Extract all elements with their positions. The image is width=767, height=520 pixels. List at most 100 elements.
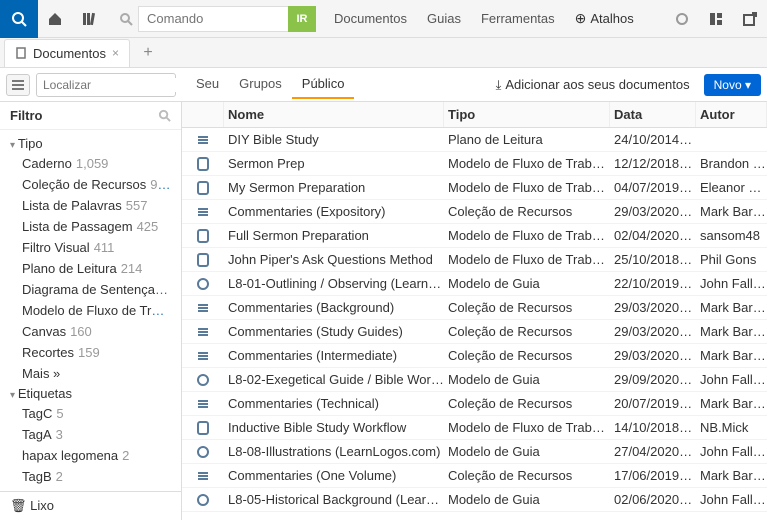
home-icon[interactable] [38,0,72,38]
sync-icon[interactable] [665,0,699,38]
cell-type: Coleção de Recursos [444,348,610,363]
cell-type: Modelo de Fluxo de Trabalho [444,252,610,267]
filter-item[interactable]: Canvas160 [0,321,181,342]
command-input[interactable] [138,6,288,32]
nav-guias[interactable]: Guias [417,11,471,26]
row-icon [182,445,224,459]
search-icon[interactable] [158,109,171,122]
cell-name: Commentaries (One Volume) [224,468,444,483]
go-button[interactable]: IR [288,6,316,32]
table-body[interactable]: DIY Bible StudyPlano de Leitura24/10/201… [182,128,767,520]
library-icon[interactable] [72,0,106,38]
cell-author: Mark Barnes [696,396,767,411]
table-header: Nome Tipo Data Autor [182,102,767,128]
cell-name: Inductive Bible Study Workflow [224,420,444,435]
nav-documentos[interactable]: Documentos [324,11,417,26]
table-row[interactable]: John Piper's Ask Questions MethodModelo … [182,248,767,272]
row-icon [182,229,224,243]
table-row[interactable]: Commentaries (Expository)Coleção de Recu… [182,200,767,224]
filter-item[interactable]: Coleção de Recursos902 [0,174,181,195]
col-type[interactable]: Tipo [444,102,610,127]
tabbar: Documentos × + [0,38,767,68]
table-row[interactable]: Inductive Bible Study WorkflowModelo de … [182,416,767,440]
menu-button[interactable] [6,74,30,96]
cell-type: Modelo de Fluxo de Trabalho [444,180,610,195]
row-icon [182,373,224,387]
cell-name: My Sermon Preparation [224,180,444,195]
table-row[interactable]: DIY Bible StudyPlano de Leitura24/10/201… [182,128,767,152]
popout-icon[interactable] [733,0,767,38]
filter-item[interactable]: Diagrama de Sentença195 [0,279,181,300]
col-date[interactable]: Data [610,102,696,127]
table-row[interactable]: My Sermon PreparationModelo de Fluxo de … [182,176,767,200]
col-name[interactable]: Nome [224,102,444,127]
cell-author: Mark Barnes [696,324,767,339]
table-row[interactable]: Commentaries (Study Guides)Coleção de Re… [182,320,767,344]
nav-ferramentas[interactable]: Ferramentas [471,11,565,26]
cell-type: Coleção de Recursos [444,468,610,483]
cell-author: Brandon Hilge [696,156,767,171]
table-row[interactable]: Commentaries (Intermediate)Coleção de Re… [182,344,767,368]
cell-author: John Fallahee [696,276,767,291]
table-row[interactable]: L8-02-Exegetical Guide / Bible Word Stud… [182,368,767,392]
cell-name: L8-01-Outlining / Observing (LearnLogos… [224,276,444,291]
nav-atalhos[interactable]: ⊕Atalhos [565,10,644,27]
search-box [36,73,176,97]
cell-author: NB.Mick [696,420,767,435]
table-row[interactable]: Commentaries (Background)Coleção de Recu… [182,296,767,320]
row-icon [182,469,224,483]
table-row[interactable]: Full Sermon PreparationModelo de Fluxo d… [182,224,767,248]
filter-item[interactable]: TagB2 [0,466,181,487]
close-icon[interactable]: × [112,46,119,60]
filter-item[interactable]: hapax legomena2 [0,445,181,466]
scope-publico[interactable]: Público [292,70,355,99]
add-to-docs-button[interactable]: ⤓Adicionar aos seus documentos [496,77,690,93]
table-row[interactable]: L8-05-Historical Background (LearnLogo…M… [182,488,767,512]
filter-item[interactable]: Lista de Passagem425 [0,216,181,237]
cell-date: 04/07/2019… [610,180,696,195]
filter-header: Filtro [0,102,181,130]
app-logo[interactable] [0,0,38,38]
filter-item[interactable]: TagC5 [0,403,181,424]
filter-item[interactable]: Modelo de Fluxo de Tr…184 [0,300,181,321]
table-row[interactable]: L8-08-Illustrations (LearnLogos.com)Mode… [182,440,767,464]
novo-button[interactable]: Novo ▾ [704,74,761,96]
table-row[interactable]: Commentaries (Technical)Coleção de Recur… [182,392,767,416]
cell-date: 25/10/2018… [610,252,696,267]
filter-group[interactable]: Etiquetas [0,384,181,403]
cell-date: 24/10/2014… [610,132,696,147]
search-icon [114,0,138,38]
filter-item[interactable]: Caderno1,059 [0,153,181,174]
table-row[interactable]: Commentaries (One Volume)Coleção de Recu… [182,464,767,488]
filter-item[interactable]: TagA3 [0,424,181,445]
table-row[interactable]: L8-01-Outlining / Observing (LearnLogos…… [182,272,767,296]
cell-name: Commentaries (Study Guides) [224,324,444,339]
cell-date: 14/10/2018… [610,420,696,435]
layout-icon[interactable] [699,0,733,38]
tab-documentos[interactable]: Documentos × [4,39,130,67]
row-icon [182,493,224,507]
col-author[interactable]: Autor [696,102,767,127]
filter-item[interactable]: Mais » [0,363,181,384]
cell-type: Modelo de Fluxo de Trabalho [444,228,610,243]
cell-name: Sermon Prep [224,156,444,171]
scope-seu[interactable]: Seu [186,70,229,99]
table-row[interactable]: Sermon PrepModelo de Fluxo de Trabalho12… [182,152,767,176]
filter-item[interactable]: Lista de Palavras557 [0,195,181,216]
topbar: IR Documentos Guias Ferramentas ⊕Atalhos [0,0,767,38]
row-icon [182,349,224,363]
trash-button[interactable]: 🗑 Lixo [0,491,181,520]
cell-name: Commentaries (Intermediate) [224,348,444,363]
search-input[interactable] [43,78,198,92]
cell-date: 29/09/2020… [610,372,696,387]
filter-item[interactable]: Recortes159 [0,342,181,363]
cell-date: 20/07/2019… [610,396,696,411]
row-icon [182,205,224,219]
row-icon [182,301,224,315]
filter-group[interactable]: Tipo [0,134,181,153]
filter-item[interactable]: Plano de Leitura214 [0,258,181,279]
filter-item[interactable]: Filtro Visual411 [0,237,181,258]
filter-title: Filtro [10,108,43,123]
add-tab-button[interactable]: + [138,44,158,62]
scope-grupos[interactable]: Grupos [229,70,292,99]
